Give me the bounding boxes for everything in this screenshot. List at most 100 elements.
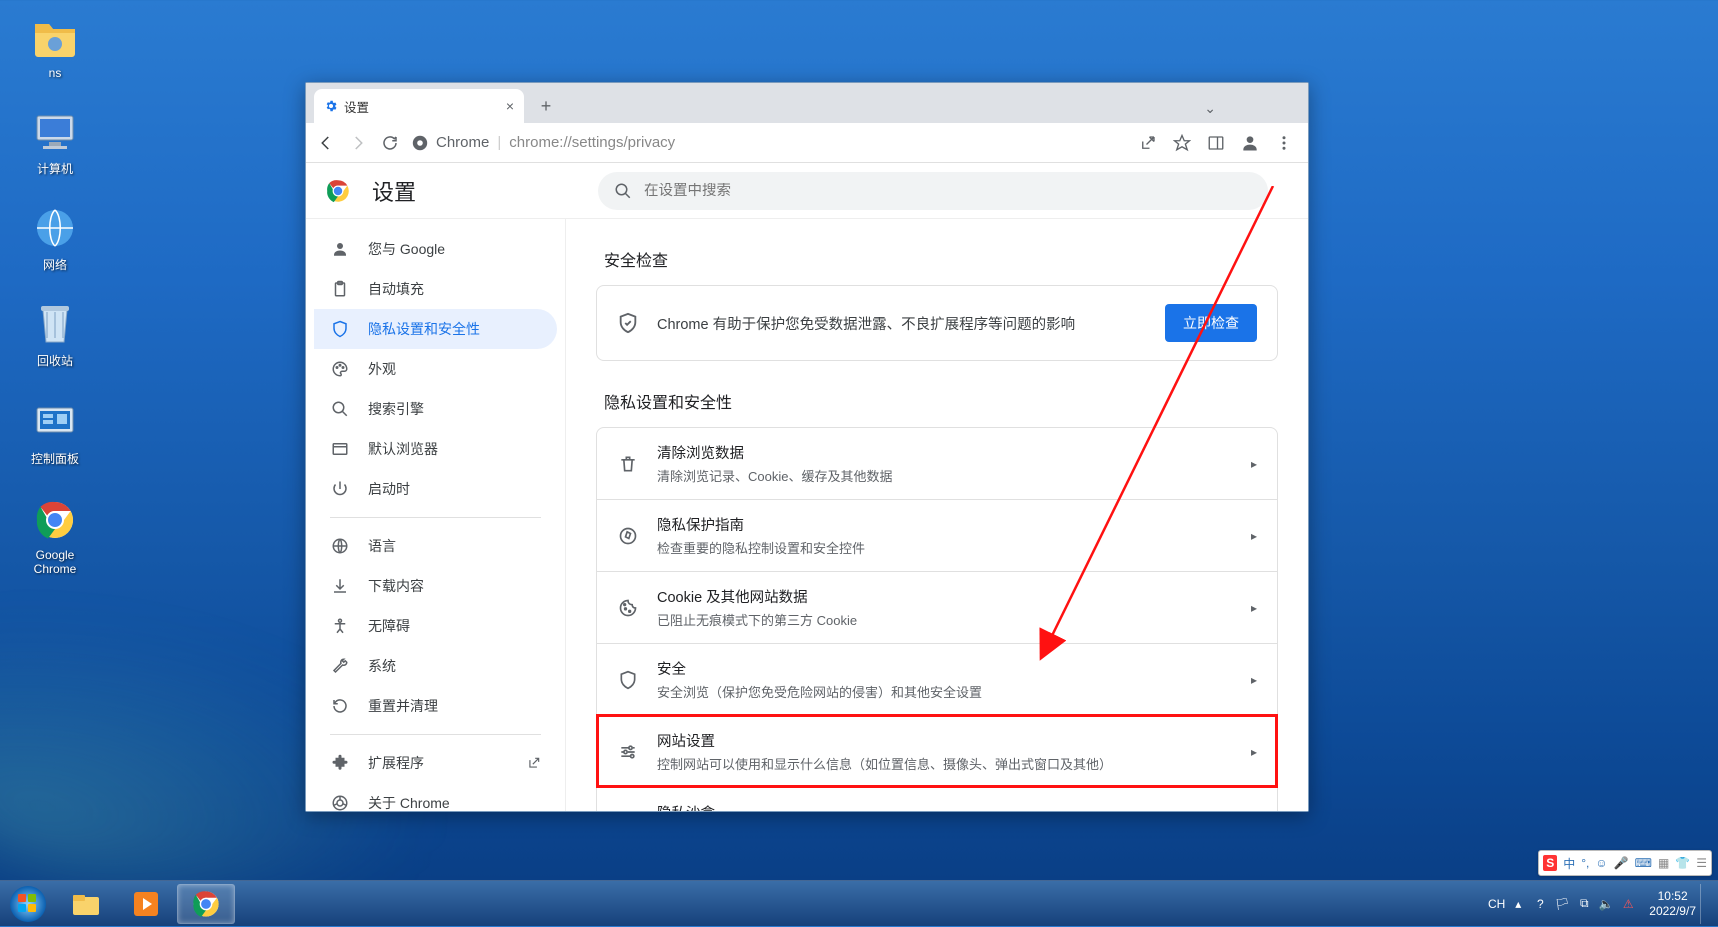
desktop-icon-chrome[interactable]: Google Chrome — [16, 496, 94, 576]
check-now-button[interactable]: 立即检查 — [1165, 304, 1257, 342]
sidebar-item-you-and-google[interactable]: 您与 Google — [314, 229, 557, 269]
ime-voice-icon[interactable]: 🎤 — [1614, 856, 1629, 870]
sidebar-item-autofill[interactable]: 自动填充 — [314, 269, 557, 309]
profile-icon[interactable] — [1240, 133, 1260, 153]
ime-emoji-icon[interactable]: ☺ — [1595, 856, 1607, 870]
sidebar-item-search[interactable]: 搜索引擎 — [314, 389, 557, 429]
globe-icon — [330, 537, 350, 555]
share-icon[interactable] — [1138, 133, 1158, 153]
address-prefix: Chrome — [436, 134, 489, 151]
safety-check-card: Chrome 有助于保护您免受数据泄露、不良扩展程序等问题的影响 立即检查 — [596, 285, 1278, 361]
sidebar-item-startup[interactable]: 启动时 — [314, 469, 557, 509]
chevron-right-icon: ▸ — [1251, 601, 1257, 615]
settings-search-input[interactable] — [644, 183, 1252, 199]
ime-menu-icon[interactable]: ☰ — [1696, 856, 1707, 870]
sidebar-item-about[interactable]: 关于 Chrome — [314, 783, 557, 811]
shield-icon — [330, 320, 350, 338]
tray-network-icon[interactable]: ⧉ — [1575, 895, 1593, 913]
ime-toolbar[interactable]: S 中 °, ☺ 🎤 ⌨ ▦ 👕 ☰ — [1538, 850, 1712, 876]
download-icon — [330, 577, 350, 595]
privacy-card: 清除浏览数据 清除浏览记录、Cookie、缓存及其他数据 ▸ 隐私保护指南 检查… — [596, 427, 1278, 811]
settings-main: 安全检查 Chrome 有助于保护您免受数据泄露、不良扩展程序等问题的影响 立即… — [566, 219, 1308, 811]
sidebar-item-system[interactable]: 系统 — [314, 646, 557, 686]
tray-chevron-up-icon[interactable]: ▴ — [1509, 895, 1527, 913]
row-site-settings[interactable]: 网站设置 控制网站可以使用和显示什么信息（如位置信息、摄像头、弹出式窗口及其他）… — [597, 715, 1277, 787]
taskbar-media-player[interactable] — [117, 884, 175, 924]
chrome-window: — ▢ ✕ 设置 × + ⌄ Chrome | chro — [305, 82, 1309, 812]
power-icon — [330, 480, 350, 498]
ime-skin-icon[interactable]: ▦ — [1658, 856, 1669, 870]
sidebar-item-reset[interactable]: 重置并清理 — [314, 686, 557, 726]
sidebar-item-extensions[interactable]: 扩展程序 — [314, 743, 557, 783]
desktop-icon-network[interactable]: 网络 — [16, 204, 94, 273]
sidebar-item-languages[interactable]: 语言 — [314, 526, 557, 566]
sidebar-item-privacy[interactable]: 隐私设置和安全性 — [314, 309, 557, 349]
address-bar[interactable]: Chrome | chrome://settings/privacy — [412, 130, 1126, 155]
chevron-right-icon: ▸ — [1251, 457, 1257, 471]
ime-punctuation-icon[interactable]: °, — [1581, 856, 1589, 870]
tab-list-button[interactable]: ⌄ — [1204, 100, 1216, 117]
desktop-icon-label: Google Chrome — [16, 548, 94, 576]
reload-button[interactable] — [380, 133, 400, 153]
sidebar-item-downloads[interactable]: 下载内容 — [314, 566, 557, 606]
row-title: 安全 — [657, 658, 1233, 679]
row-cookies[interactable]: Cookie 及其他网站数据 已阻止无痕模式下的第三方 Cookie ▸ — [597, 571, 1277, 643]
tab-close-icon[interactable]: × — [506, 98, 514, 114]
tray-clock[interactable]: 10:52 2022/9/7 — [1649, 889, 1696, 918]
row-desc: 检查重要的隐私控制设置和安全控件 — [657, 538, 1233, 557]
sidebar-item-default-browser[interactable]: 默认浏览器 — [314, 429, 557, 469]
wrench-icon — [330, 657, 350, 675]
ime-keyboard-icon[interactable]: ⌨ — [1635, 856, 1652, 870]
tray-alert-icon[interactable]: ⚠ — [1619, 895, 1637, 913]
settings-header: 设置 — [306, 163, 1308, 219]
taskbar-explorer[interactable] — [57, 884, 115, 924]
row-desc: 已阻止无痕模式下的第三方 Cookie — [657, 610, 1233, 629]
tray-help-icon[interactable]: ? — [1531, 895, 1549, 913]
forward-button[interactable] — [348, 133, 368, 153]
chrome-info-icon — [412, 135, 428, 151]
row-privacy-sandbox[interactable]: 隐私沙盒 试用版功能已开启 — [597, 787, 1277, 811]
tray-volume-icon[interactable]: 🔈 — [1597, 895, 1615, 913]
taskbar-chrome[interactable] — [177, 884, 235, 924]
start-button[interactable] — [0, 881, 56, 927]
desktop-icon-recycle[interactable]: 回收站 — [16, 300, 94, 369]
sidebar-item-appearance[interactable]: 外观 — [314, 349, 557, 389]
ime-lang-indicator[interactable]: 中 — [1563, 855, 1575, 872]
row-title: 清除浏览数据 — [657, 442, 1233, 463]
address-url: chrome://settings/privacy — [509, 134, 675, 151]
external-link-icon — [527, 756, 541, 770]
row-security[interactable]: 安全 安全浏览（保护您免受危险网站的侵害）和其他安全设置 ▸ — [597, 643, 1277, 715]
ime-toolbox-icon[interactable]: 👕 — [1675, 856, 1690, 870]
desktop-icon-ns[interactable]: ns — [16, 14, 94, 80]
chevron-right-icon: ▸ — [1251, 745, 1257, 759]
desktop-icon-computer[interactable]: 计算机 — [16, 108, 94, 177]
back-button[interactable] — [316, 133, 336, 153]
row-desc: 清除浏览记录、Cookie、缓存及其他数据 — [657, 466, 1233, 485]
sidebar-label: 语言 — [368, 536, 396, 556]
row-title: Cookie 及其他网站数据 — [657, 586, 1233, 607]
sidebar-separator — [330, 734, 541, 735]
tray-date: 2022/9/7 — [1649, 904, 1696, 918]
sidebar-label: 无障碍 — [368, 616, 410, 636]
tab-strip: 设置 × + ⌄ — [306, 83, 1308, 123]
folder-icon — [31, 14, 79, 62]
new-tab-button[interactable]: + — [532, 92, 560, 120]
settings-title: 设置 — [372, 175, 416, 207]
tray-lang[interactable]: CH — [1488, 897, 1505, 911]
desktop-icon-controlpanel[interactable]: 控制面板 — [16, 398, 94, 467]
sidepanel-icon[interactable] — [1206, 133, 1226, 153]
sidebar-item-accessibility[interactable]: 无障碍 — [314, 606, 557, 646]
settings-search[interactable] — [598, 172, 1268, 210]
row-clear-browsing-data[interactable]: 清除浏览数据 清除浏览记录、Cookie、缓存及其他数据 ▸ — [597, 428, 1277, 499]
row-privacy-guide[interactable]: 隐私保护指南 检查重要的隐私控制设置和安全控件 ▸ — [597, 499, 1277, 571]
menu-icon[interactable] — [1274, 133, 1294, 153]
show-desktop-button[interactable] — [1700, 884, 1710, 924]
toolbar: Chrome | chrome://settings/privacy — [306, 123, 1308, 163]
desktop-icon-label: ns — [16, 66, 94, 80]
tab-settings[interactable]: 设置 × — [314, 89, 524, 123]
sidebar-label: 关于 Chrome — [368, 793, 450, 811]
clipboard-icon — [330, 280, 350, 298]
tray-action-center-icon[interactable]: 🏳 — [1553, 895, 1571, 913]
sidebar-label: 下载内容 — [368, 576, 424, 596]
bookmark-icon[interactable] — [1172, 133, 1192, 153]
